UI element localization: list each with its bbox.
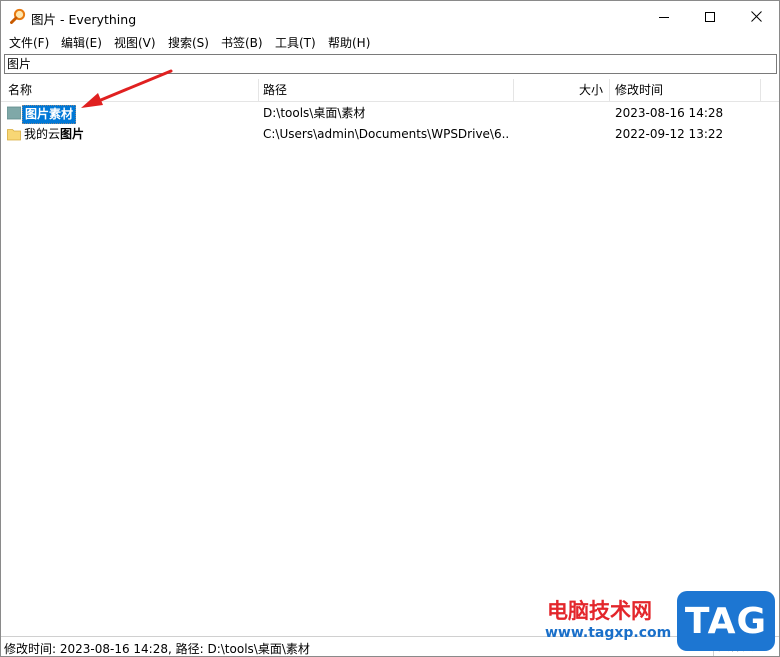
watermark-site-name: 电脑技术网 <box>547 599 652 623</box>
status-text: 修改时间: 2023-08-16 14:28, 路径: D:\tools\桌面\… <box>4 642 310 656</box>
site-watermark: 电脑技术网 www.tagxp.com TAG <box>543 591 775 651</box>
watermark-logo: TAG <box>677 591 775 651</box>
red-annotation-arrow <box>81 69 173 108</box>
everything-window: 图片 - Everything 文件(F) 编辑(E) 视图(V) 搜索(S) … <box>0 0 780 657</box>
watermark-url: www.tagxp.com <box>545 625 672 641</box>
